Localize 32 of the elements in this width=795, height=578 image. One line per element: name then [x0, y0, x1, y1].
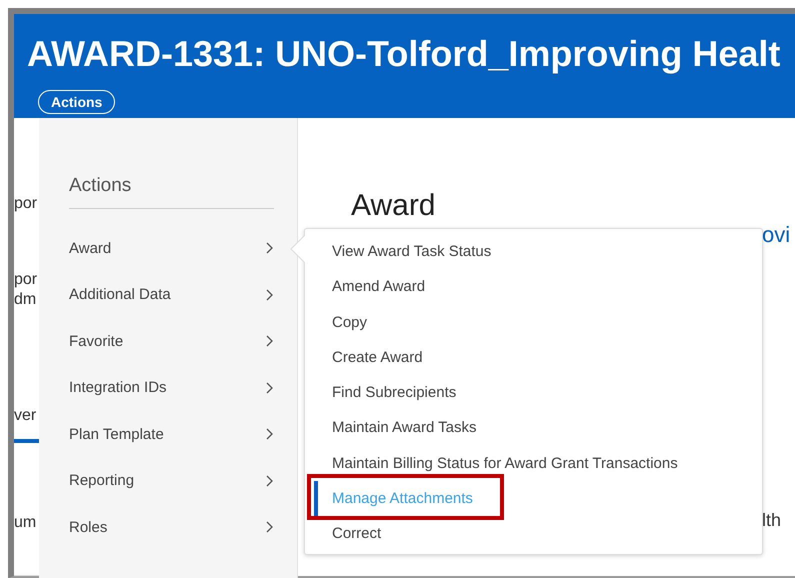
menu-item[interactable]: Integration IDs	[69, 364, 274, 411]
section-heading: Award	[351, 188, 436, 224]
submenu-item[interactable]: Maintain Award Tasks	[314, 410, 762, 446]
submenu-item[interactable]: Copy	[314, 304, 762, 340]
submenu-item[interactable]: Amend Award	[314, 269, 762, 305]
field-value: lth	[762, 510, 782, 531]
menu-item[interactable]: Roles	[69, 504, 274, 550]
actions-button[interactable]: Actions	[38, 90, 116, 114]
menu-item[interactable]: Plan Template	[69, 411, 274, 458]
chevron-right-icon	[266, 382, 274, 394]
chevron-right-icon	[266, 288, 274, 301]
field-label: por	[14, 270, 38, 290]
chevron-right-icon	[266, 428, 274, 440]
window-title: AWARD-1331: UNO-Tolford_Improving Healt	[27, 34, 782, 74]
chevron-right-icon	[266, 242, 274, 254]
award-link[interactable]: ovi	[762, 222, 795, 248]
field-label: por	[14, 194, 38, 214]
submenu-item[interactable]: Maintain Billing Status for Award Grant Transactions	[314, 446, 762, 482]
menu-item[interactable]: Favorite	[69, 318, 274, 364]
chevron-right-icon	[266, 474, 274, 487]
submenu-item[interactable]: Find Subrecipients	[314, 375, 762, 410]
menu-item[interactable]: Award	[69, 225, 274, 272]
field-label: um	[14, 513, 38, 533]
submenu-item[interactable]: View Award Task Status	[314, 234, 762, 270]
chevron-right-icon	[266, 335, 274, 348]
field-label: dm	[14, 290, 38, 310]
menu-item[interactable]: Reporting	[69, 458, 274, 504]
menu-item[interactable]: Additional Data	[69, 272, 274, 318]
chevron-right-icon	[266, 521, 274, 534]
submenu-item[interactable]: Create Award	[314, 340, 762, 376]
submenu-item[interactable]: Correct	[314, 516, 762, 552]
menu-title: Actions	[69, 174, 274, 209]
